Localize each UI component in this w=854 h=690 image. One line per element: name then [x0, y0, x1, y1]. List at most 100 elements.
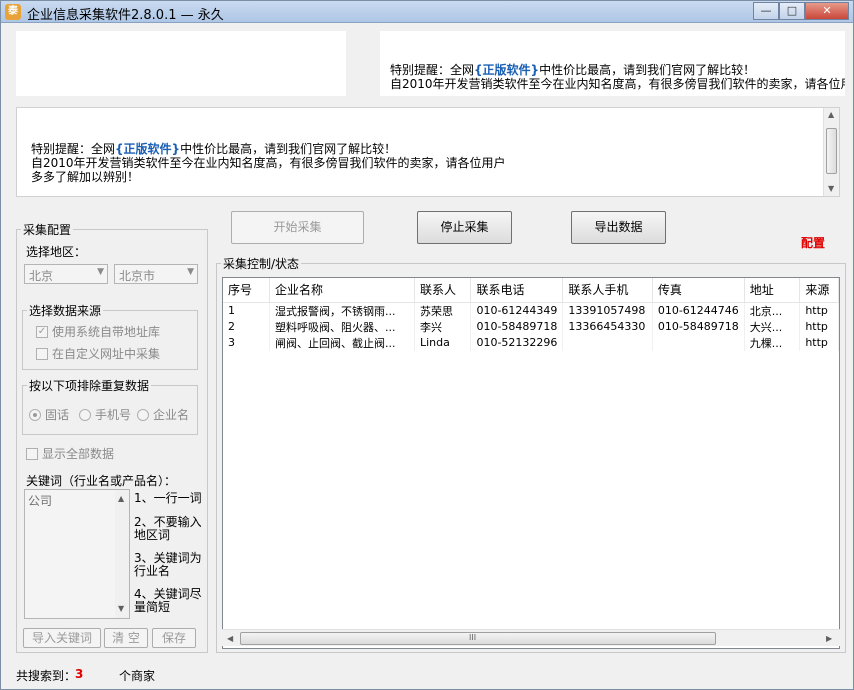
scroll-right-icon[interactable]: ▶: [826, 634, 832, 643]
brand-link[interactable]: {正版软件}: [115, 142, 180, 156]
hint-2: 2、不要输入地区词: [134, 515, 202, 542]
cell: 13366454330: [562, 318, 653, 335]
col-header-fax[interactable]: 传真: [652, 278, 745, 303]
col-header-mobile[interactable]: 联系人手机: [562, 278, 653, 303]
use-system-db-checkbox[interactable]: ✓ 使用系统自带地址库: [36, 323, 160, 340]
keyword-label: 关键词（行业名或产品名）：: [26, 474, 177, 488]
close-button[interactable]: ✕: [805, 2, 849, 20]
dedupe-landline-radio[interactable]: 固话: [29, 406, 69, 423]
checkbox-empty: [26, 447, 38, 460]
export-data-button[interactable]: 导出数据: [571, 211, 666, 244]
stop-collect-button[interactable]: 停止采集: [417, 211, 512, 244]
table-header: 序号 企业名称 联系人 联系电话 联系人手机 传真 地址 来源: [223, 278, 839, 303]
config-group-title: 采集配置: [21, 221, 74, 238]
start-collect-button[interactable]: 开始采集: [231, 211, 364, 244]
cell: 010-58489718: [470, 318, 564, 335]
chevron-down-icon: ▼: [187, 267, 194, 277]
radio-selected-icon: [29, 408, 41, 421]
settings-link[interactable]: 配置: [801, 234, 825, 251]
keyword-scrollbar[interactable]: ▲ ▼: [115, 490, 129, 618]
region-label: 选择地区：: [26, 245, 87, 259]
maximize-button[interactable]: □: [779, 2, 805, 20]
cell: 九棵...: [744, 334, 801, 351]
results-hscrollbar[interactable]: ◀ III ▶: [222, 629, 840, 646]
minimize-button[interactable]: —: [753, 2, 779, 20]
top-right-ad-line1: 特别提醒：全网{正版软件}中性价比最高，请到我们官网了解比较！: [390, 63, 756, 77]
col-header-company[interactable]: 企业名称: [269, 278, 415, 303]
brand-link[interactable]: {正版软件}: [474, 63, 539, 77]
hscroll-thumb[interactable]: III: [240, 632, 716, 645]
province-value: 北京: [29, 269, 54, 283]
dedupe-group-title: 按以下项排除重复数据: [27, 377, 152, 394]
app-icon: 泰: [5, 4, 21, 20]
results-table: 序号 企业名称 联系人 联系电话 联系人手机 传真 地址 来源 1 湿式报警阀，…: [222, 277, 840, 649]
status-count: 3: [75, 667, 84, 681]
city-select[interactable]: 北京市 ▼: [114, 264, 198, 284]
scroll-thumb[interactable]: [826, 128, 837, 174]
radio-icon: [137, 408, 149, 421]
checkbox-empty: [36, 347, 48, 360]
cell: 010-61244349: [470, 302, 564, 319]
cell: 13391057498: [562, 302, 653, 319]
status-label: 共搜索到：: [16, 669, 77, 683]
cell: http: [799, 302, 839, 319]
window-title: 企业信息采集软件2.8.0.1 — 永久: [27, 8, 224, 23]
keyword-value: 公司: [28, 494, 53, 508]
cell: http: [799, 334, 839, 351]
notice-scrollbar[interactable]: ▲ ▼: [823, 108, 839, 196]
top-right-banner: 特别提醒：全网{正版软件}中性价比最高，请到我们官网了解比较！ 自2010年开发…: [380, 31, 845, 96]
use-custom-url-checkbox[interactable]: 在自定义网址中采集: [36, 345, 160, 362]
col-header-source[interactable]: 来源: [799, 278, 839, 303]
import-keywords-button[interactable]: 导入关键词: [23, 628, 101, 648]
notice-line3: 多多了解加以辨别！: [31, 170, 140, 184]
col-header-phone[interactable]: 联系电话: [470, 278, 564, 303]
province-select[interactable]: 北京 ▼: [24, 264, 108, 284]
table-row[interactable]: 2 塑料呼吸阀、阻火器、... 李兴 010-58489718 13366454…: [223, 318, 839, 335]
cell: 010-61244746: [652, 302, 745, 319]
notice-line1: 特别提醒：全网{正版软件}中性价比最高，请到我们官网了解比较！: [31, 142, 397, 156]
cell: 北京...: [744, 302, 801, 319]
show-all-checkbox[interactable]: 显示全部数据: [26, 445, 114, 462]
save-button[interactable]: 保存: [152, 628, 196, 648]
scroll-down-icon[interactable]: ▼: [118, 604, 124, 613]
cell: 苏荣思: [414, 302, 472, 319]
dedupe-mobile-radio[interactable]: 手机号: [79, 406, 131, 423]
cell: [562, 334, 653, 351]
clear-button[interactable]: 清 空: [104, 628, 148, 648]
hint-3: 3、关键词为行业名: [134, 551, 202, 578]
main-window: 泰 企业信息采集软件2.8.0.1 — 永久 — □ ✕ 特别提醒：全网{正版软…: [0, 0, 854, 690]
status-unit: 个商家: [119, 669, 156, 683]
top-right-ad-line2: 自2010年开发营销类软件至今在业内知名度高，有很多傍冒我们软件的卖家，请各位用: [390, 77, 845, 91]
top-left-banner: [16, 31, 346, 96]
scroll-up-icon[interactable]: ▲: [118, 494, 124, 503]
cell: Linda: [414, 334, 472, 351]
cell: 010-58489718: [652, 318, 745, 335]
table-row[interactable]: 3 闸阀、止回阀、截止阀... Linda 010-52132296 九棵...…: [223, 334, 839, 351]
scroll-left-icon[interactable]: ◀: [227, 634, 233, 643]
scroll-down-icon[interactable]: ▼: [828, 184, 834, 193]
results-group-title: 采集控制/状态: [221, 255, 302, 272]
hint-1: 1、一行一词: [134, 491, 202, 505]
cell: 3: [223, 334, 271, 351]
cell: 塑料呼吸阀、阻火器、...: [269, 318, 415, 335]
cell: 闸阀、止回阀、截止阀...: [269, 334, 415, 351]
keyword-textarea[interactable]: 公司 ▲ ▼: [24, 489, 130, 619]
cell: 010-52132296: [470, 334, 564, 351]
table-row[interactable]: 1 湿式报警阀，不锈钢雨... 苏荣思 010-61244349 1339105…: [223, 302, 839, 319]
cell: 2: [223, 318, 271, 335]
city-value: 北京市: [119, 269, 156, 283]
notice-line2: 自2010年开发营销类软件至今在业内知名度高，有很多傍冒我们软件的卖家，请各位用…: [31, 156, 506, 170]
scroll-up-icon[interactable]: ▲: [828, 110, 834, 119]
col-header-address[interactable]: 地址: [744, 278, 801, 303]
grip-icon: III: [469, 633, 477, 642]
cell: http: [799, 318, 839, 335]
col-header-index[interactable]: 序号: [223, 278, 271, 303]
cell: 1: [223, 302, 271, 319]
col-header-contact[interactable]: 联系人: [414, 278, 472, 303]
dedupe-company-radio[interactable]: 企业名: [137, 406, 189, 423]
source-group-title: 选择数据来源: [27, 302, 104, 319]
notice-box: 特别提醒：全网{正版软件}中性价比最高，请到我们官网了解比较！ 自2010年开发…: [16, 107, 840, 197]
cell: [652, 334, 745, 351]
cell: 李兴: [414, 318, 472, 335]
cell: 大兴...: [744, 318, 801, 335]
